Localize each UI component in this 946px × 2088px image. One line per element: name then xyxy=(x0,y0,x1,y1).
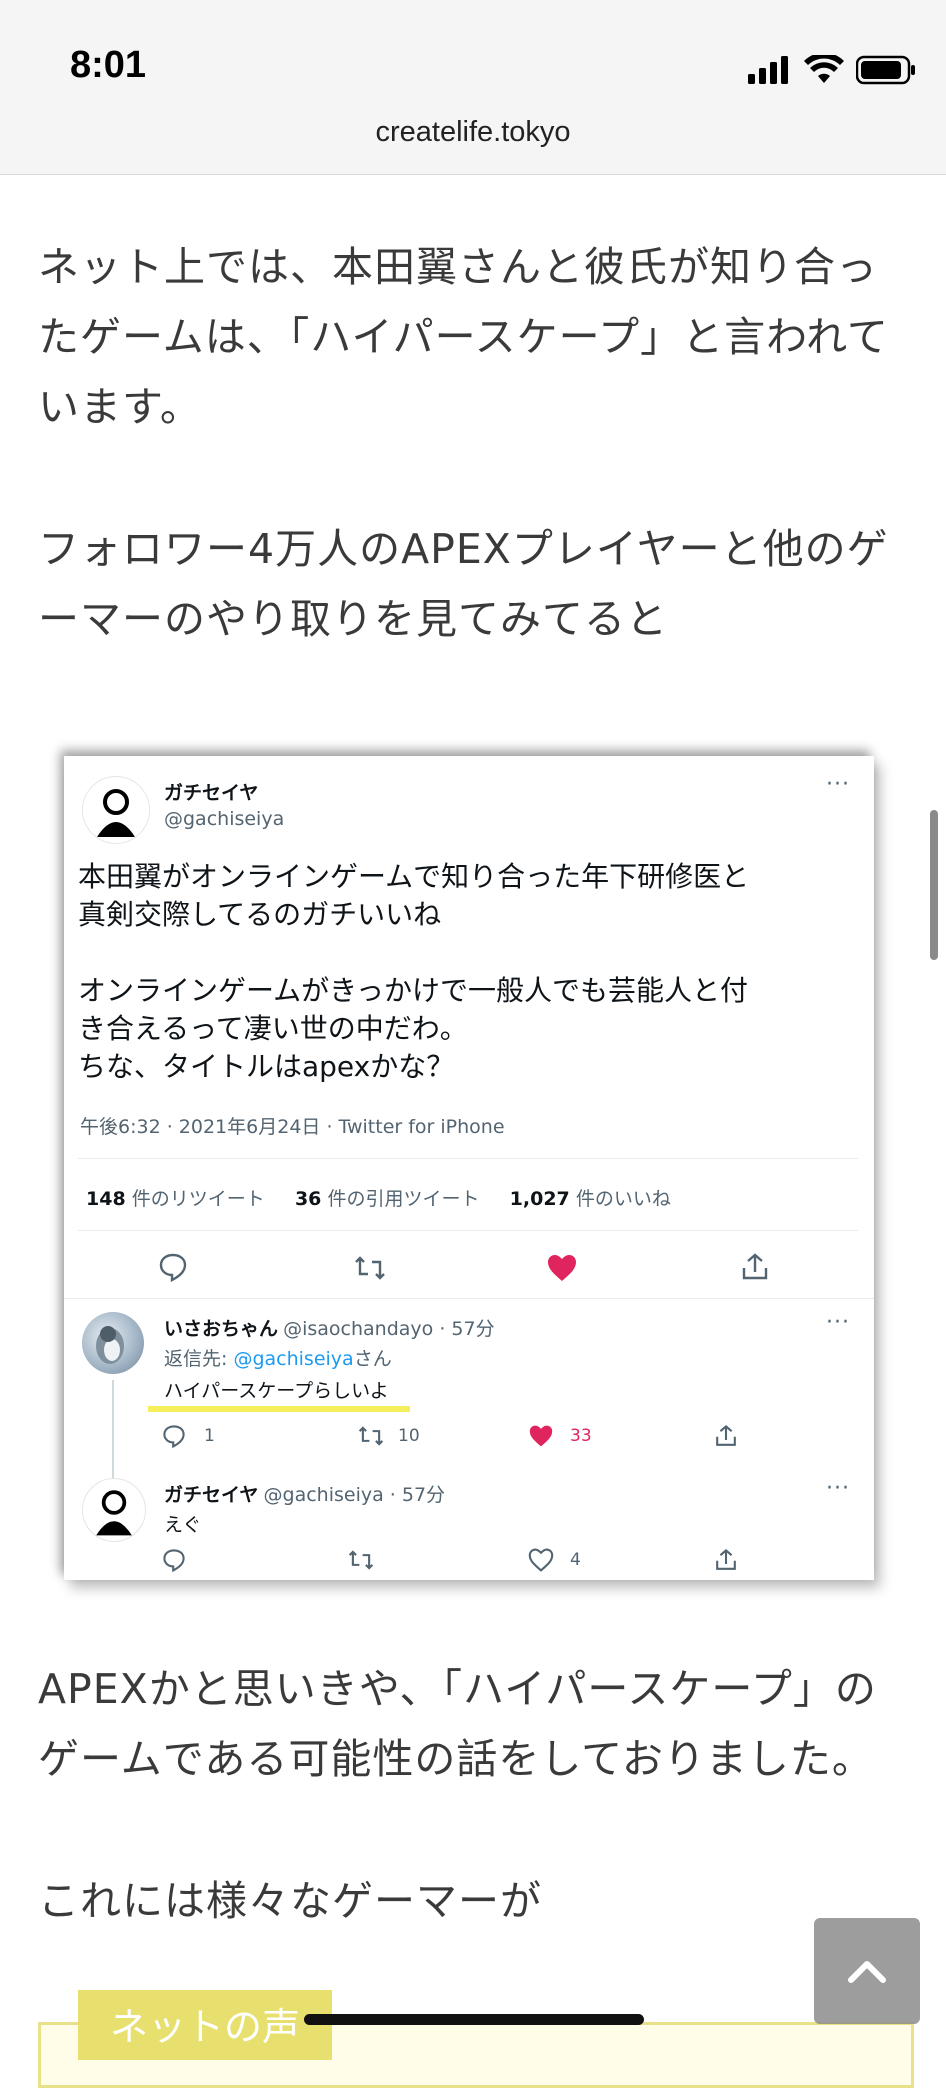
retweets-count: 148 xyxy=(86,1188,126,1210)
retweets-label: 件のリツイート xyxy=(131,1188,265,1210)
tweet-author-handle: @gachiseiya xyxy=(164,808,285,830)
reply2-name: ガチセイヤ xyxy=(164,1484,259,1506)
reply1-text: ハイパースケープらしいよ xyxy=(164,1380,389,1402)
reply2-header: ガチセイヤ @gachiseiya · 57分 xyxy=(164,1480,445,1507)
status-icons xyxy=(748,52,916,88)
reply2-handle-time: @gachiseiya · 57分 xyxy=(263,1484,446,1506)
more-options-icon[interactable]: ··· xyxy=(826,772,850,797)
retweet-icon[interactable] xyxy=(348,1548,374,1572)
tweet-body: 本田翼がオンラインゲームで知り合った年下研修医と 真剣交際してるのガチいいね オ… xyxy=(78,858,868,1086)
replying-prefix: 返信先: xyxy=(164,1348,234,1370)
cellular-signal-icon xyxy=(748,56,788,84)
like-filled-icon[interactable] xyxy=(528,1424,554,1448)
reply-icon[interactable] xyxy=(158,1252,188,1282)
likes-count: 1,027 xyxy=(509,1188,570,1210)
comment-box-label: ネットの声 xyxy=(78,1990,333,2060)
tweet-line: き合えるって凄い世の中だわ。 xyxy=(78,1012,468,1045)
tweet-line: 真剣交際してるのガチいいね xyxy=(78,898,442,931)
replying-to: 返信先: @gachiseiyaさん xyxy=(164,1344,392,1371)
replying-link[interactable]: @gachiseiya xyxy=(233,1348,353,1370)
share-icon[interactable] xyxy=(714,1548,738,1572)
share-icon[interactable] xyxy=(740,1252,770,1282)
like-outline-icon[interactable] xyxy=(528,1548,554,1572)
article-paragraph-4: これには様々なゲーマーが xyxy=(38,1877,542,1925)
author-avatar xyxy=(82,776,150,844)
reply1-retweet-count: 10 xyxy=(398,1426,420,1446)
retweet-icon[interactable] xyxy=(354,1254,386,1282)
article-paragraph-1: ネット上では、本田翼さんと彼氏が知り合ったゲームは、「ハイパースケープ」と言われ… xyxy=(38,243,889,431)
wifi-icon xyxy=(804,55,844,83)
quotes-count: 36 xyxy=(294,1188,322,1210)
battery-icon xyxy=(856,55,915,85)
retweet-icon[interactable] xyxy=(358,1424,384,1448)
tweet-line: オンラインゲームがきっかけで一般人でも芸能人と付 xyxy=(78,974,749,1007)
more-options-icon[interactable]: ··· xyxy=(826,1310,850,1335)
back-to-top-button[interactable] xyxy=(814,1918,920,2024)
reply2-text: えぐ xyxy=(164,1514,202,1536)
divider xyxy=(64,1298,874,1299)
thread-line xyxy=(112,1380,114,1490)
more-options-icon[interactable]: ··· xyxy=(826,1476,850,1501)
reply-icon[interactable] xyxy=(162,1548,186,1572)
reply-icon[interactable] xyxy=(162,1424,186,1448)
reply1-header: いさおちゃん @isaochandayo · 57分 xyxy=(164,1314,495,1341)
replier-avatar xyxy=(82,1312,144,1374)
author-avatar xyxy=(82,1478,146,1542)
tweet-author-name: ガチセイヤ xyxy=(164,782,259,804)
tweet-line: 本田翼がオンラインゲームで知り合った年下研修医と xyxy=(78,860,750,893)
reply2-like-count: 4 xyxy=(570,1550,581,1570)
article-paragraph-2: フォロワー4万人のAPEXプレイヤーと他のゲーマーのやり取りを見てみてると xyxy=(38,525,889,643)
reply1-name: いさおちゃん xyxy=(164,1318,279,1340)
chevron-up-icon xyxy=(848,1961,886,1983)
article-paragraph-3: APEXかと思いきや、「ハイパースケープ」のゲームである可能性の話をしておりまし… xyxy=(38,1665,877,1783)
like-filled-icon[interactable] xyxy=(546,1253,578,1283)
status-time: 8:01 xyxy=(70,44,147,86)
home-indicator xyxy=(304,2014,644,2025)
tweet-line: ちな、タイトルはapexかな？ xyxy=(78,1050,455,1083)
scrollbar-thumb[interactable] xyxy=(930,810,938,960)
tweet-stats: 148 件のリツイート 36 件の引用ツイート 1,027 件のいいね xyxy=(86,1184,671,1211)
reply1-like-count: 33 xyxy=(570,1426,592,1446)
share-icon[interactable] xyxy=(714,1424,738,1448)
tweet-meta: 午後6:32 · 2021年6月24日 · Twitter for iPhone xyxy=(80,1116,505,1138)
quotes-label: 件の引用ツイート xyxy=(327,1188,480,1210)
divider xyxy=(78,1158,858,1159)
divider xyxy=(78,1230,858,1231)
url-bar[interactable]: createlife.tokyo xyxy=(0,116,946,149)
highlight-underline xyxy=(148,1406,410,1412)
likes-label: 件のいいね xyxy=(575,1188,671,1210)
tweet-screenshot-image: ガチセイヤ @gachiseiya ··· 本田翼がオンラインゲームで知り合った… xyxy=(64,756,874,1580)
browser-top-bar: 8:01 createlife.tokyo xyxy=(0,0,946,175)
reply1-handle-time: @isaochandayo · 57分 xyxy=(283,1318,495,1340)
replying-suffix: さん xyxy=(353,1348,392,1370)
reply1-reply-count: 1 xyxy=(204,1426,215,1446)
